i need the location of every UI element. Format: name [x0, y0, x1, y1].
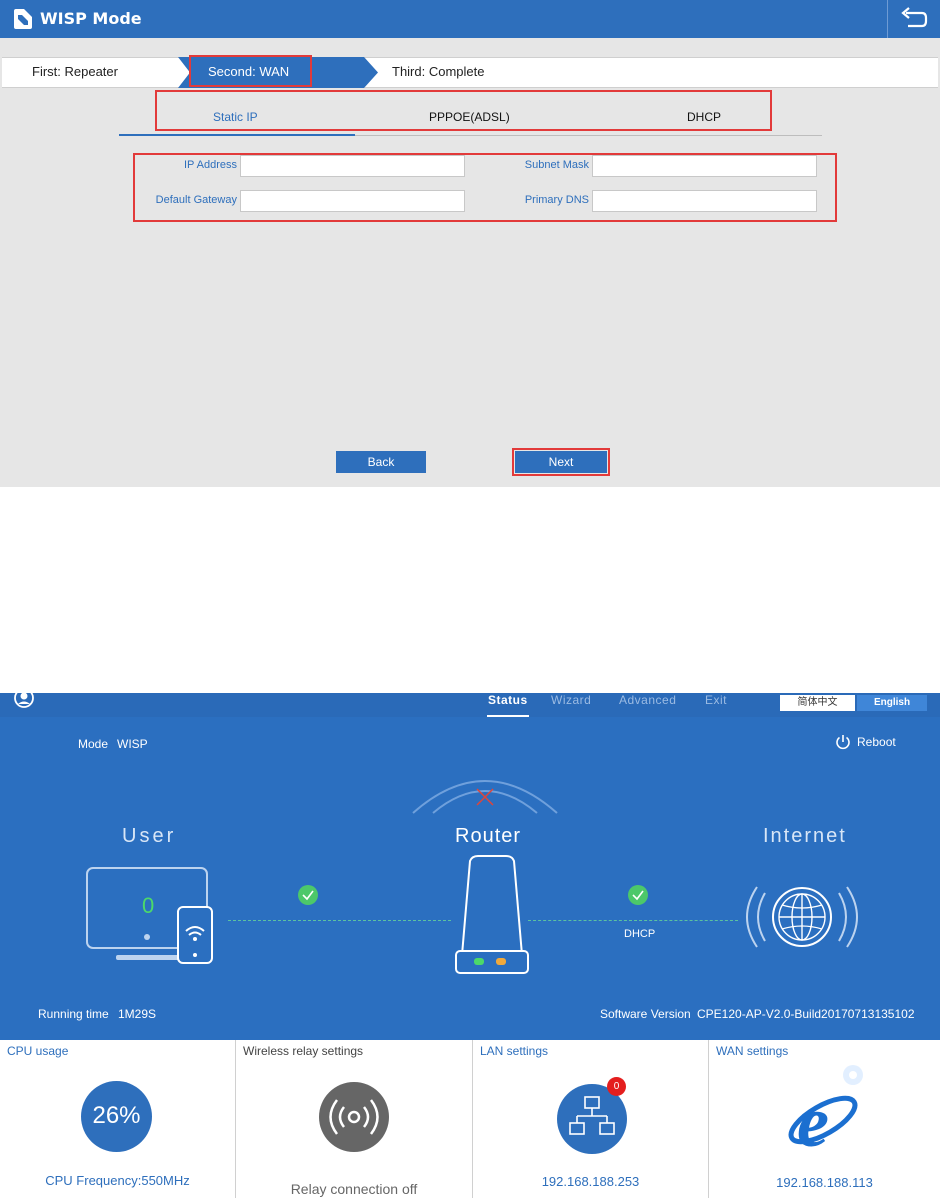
active-tab-underline: [119, 134, 355, 136]
wireless-relay-icon: [319, 1082, 389, 1152]
nav-wizard[interactable]: Wizard: [551, 693, 591, 707]
cpu-usage-value: 26%: [92, 1102, 141, 1129]
step-third: Third: Complete: [392, 64, 485, 79]
wifi-signal-icon: [412, 780, 558, 814]
nav-status[interactable]: Status: [488, 693, 528, 707]
highlight-fields: [133, 153, 837, 222]
wizard-steps-bar: First: Repeater Second: WAN Third: Compl…: [2, 57, 938, 88]
tile-wireless-relay[interactable]: Wireless relay settings Relay connection…: [236, 1040, 473, 1198]
highlight-tabs: [155, 90, 772, 131]
tile-lan[interactable]: LAN settings 0 192.168.188.253: [473, 1040, 709, 1198]
wan-link-ok-icon: [628, 885, 648, 905]
relay-status: Relay connection off: [290, 1181, 418, 1197]
wan-ip: 192.168.188.113: [776, 1175, 873, 1190]
wan-type-label: DHCP: [624, 928, 656, 940]
router-internet-link: [528, 920, 738, 921]
mode-label: Mode: [78, 737, 109, 751]
titlebar-divider: [887, 0, 888, 38]
reboot-button[interactable]: Reboot: [857, 735, 896, 749]
tile-lan-title: LAN settings: [480, 1044, 549, 1058]
step-first: First: Repeater: [32, 64, 118, 79]
running-time-value: 1M29S: [118, 1007, 157, 1021]
tile-cpu[interactable]: CPU usage 26% CPU Frequency:550MHz: [0, 1040, 236, 1198]
return-icon[interactable]: [900, 7, 928, 31]
user-router-link: [228, 920, 451, 921]
wisp-wizard-panel: WISP Mode First: Repeater Second: WAN Th…: [0, 0, 940, 487]
highlight-next: [512, 448, 610, 476]
power-icon[interactable]: [835, 734, 851, 750]
nav-advanced[interactable]: Advanced: [619, 693, 676, 707]
wizard-titlebar: WISP Mode: [0, 0, 940, 38]
router-label: Router: [455, 825, 522, 847]
nav-exit[interactable]: Exit: [705, 693, 727, 707]
tile-relay-title: Wireless relay settings: [243, 1044, 364, 1058]
top-nav: Status Wizard Advanced Exit 简体中文 English: [0, 693, 940, 717]
user-link-ok-icon: [298, 885, 318, 905]
mode-value: WISP: [117, 737, 148, 751]
user-label: User: [122, 825, 177, 847]
wizard-title: WISP Mode: [40, 9, 142, 28]
back-button[interactable]: Back: [336, 451, 426, 473]
network-status-area: Mode WISP Reboot User Router Internet 0 …: [0, 717, 940, 1040]
settings-tiles: CPU usage 26% CPU Frequency:550MHz Wirel…: [0, 1040, 940, 1198]
status-dashboard: Status Wizard Advanced Exit 简体中文 English…: [0, 693, 940, 1198]
software-version-value: CPE120-AP-V2.0-Build20170713135102: [697, 1007, 915, 1021]
router-device-icon: [455, 855, 529, 974]
lan-ip: 192.168.188.253: [541, 1174, 640, 1189]
lang-english[interactable]: English: [857, 695, 927, 711]
cpu-frequency: CPU Frequency:550MHz: [45, 1173, 190, 1188]
tile-wan[interactable]: WAN settings e 192.168.188.113: [709, 1040, 940, 1198]
running-time-label: Running time: [38, 1007, 109, 1021]
internet-explorer-icon: e: [788, 1065, 863, 1156]
internet-label: Internet: [763, 825, 847, 847]
highlight-step-second: [189, 55, 312, 87]
lan-badge: 0: [607, 1077, 626, 1096]
tab-divider: [355, 135, 822, 136]
app-logo-icon: [14, 9, 32, 29]
tile-wan-title: WAN settings: [716, 1044, 789, 1058]
svg-text:e: e: [797, 1082, 829, 1156]
lang-chinese[interactable]: 简体中文: [780, 695, 855, 711]
user-count: 0: [142, 893, 155, 918]
tile-cpu-title: CPU usage: [7, 1044, 69, 1058]
software-version-label: Software Version: [600, 1007, 691, 1021]
globe-icon: [746, 886, 858, 948]
user-avatar-icon[interactable]: [14, 693, 34, 709]
